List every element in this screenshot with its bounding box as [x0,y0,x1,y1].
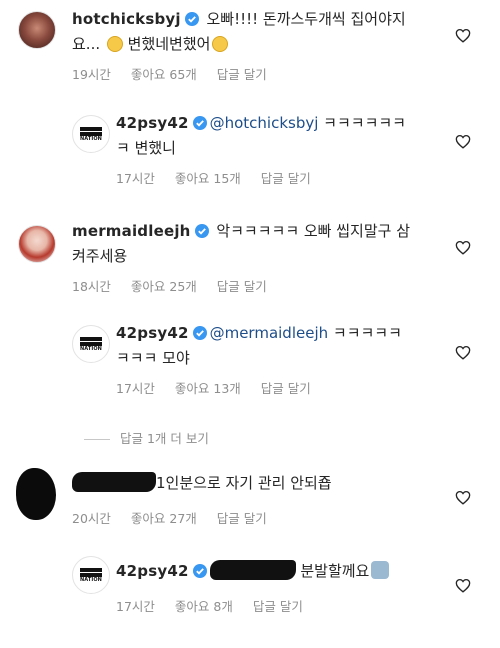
crying-emoji-icon [212,36,229,52]
comment-body-line2: 켜주세용 [72,247,128,265]
heart-outline-icon[interactable] [455,490,471,509]
verified-badge-icon [192,324,207,347]
heart-outline-icon[interactable] [455,134,471,153]
likes-count[interactable]: 좋아요 27개 [131,511,197,526]
heart-outline-icon[interactable] [455,578,471,597]
comment-meta: 20시간 좋아요 27개 답글 달기 [72,508,287,527]
verified-badge-icon [192,562,207,585]
comment-meta: 19시간 좋아요 65개 답글 달기 [72,64,287,83]
comment-body-line1: 1인분으로 자기 관리 안되죱 [156,474,332,492]
likes-count[interactable]: 좋아요 13개 [175,381,241,396]
divider-line [84,439,110,440]
reply-button[interactable]: 답글 달기 [217,279,267,294]
comment-text: 42psy42 분발할께요 [116,560,446,585]
comment-body-line1: 분발할께요 [295,562,370,580]
comment-text: 42psy42 @hotchicksbyj ㅋㅋㅋㅋㅋㅋ ㅋ 변했니 [116,112,446,160]
reply-button[interactable]: 답글 달기 [217,67,267,82]
comment-body-line1: ㅋㅋㅋㅋㅋㅋ [318,114,406,132]
reply-button[interactable]: 답글 달기 [261,171,311,186]
comment-text: 42psy42 @mermaidleejh ㅋㅋㅋㅋㅋ ㅋㅋㅋ 모야 [116,322,446,370]
comment-time: 20시간 [72,511,111,526]
comment-meta: 17시간 좋아요 15개 답글 달기 [116,168,331,187]
comment-body-line1: ㅋㅋㅋㅋㅋ [328,324,402,342]
comment-body-line1: 오빠!!!! 돈까스두개씩 집어야지 [201,10,406,28]
view-more-replies-label: 답글 1개 더 보기 [120,431,209,446]
comment-text: 1인분으로 자기 관리 안되죱 [72,472,442,495]
likes-count[interactable]: 좋아요 25개 [131,279,197,294]
likes-count[interactable]: 좋아요 15개 [175,171,241,186]
pnation-logo: NATION [79,567,103,583]
comment-text: mermaidleejh 악ㅋㅋㅋㅋㅋ 오빠 씹지말구 삼 켜주세용 [72,220,442,268]
eye-roll-emoji-icon [106,36,123,52]
comment-meta: 17시간 좋아요 8개 답글 달기 [116,596,323,615]
avatar-pnation[interactable]: NATION [72,325,110,363]
facepalm-emoji-icon [371,561,390,579]
heart-outline-icon[interactable] [455,345,471,364]
comment-body-line1: 악ㅋㅋㅋㅋㅋ 오빠 씹지말구 삼 [211,222,411,240]
username[interactable]: mermaidleejh [72,222,191,240]
comment-meta: 17시간 좋아요 13개 답글 달기 [116,378,331,397]
username[interactable]: 42psy42 [116,324,189,342]
comment-time: 17시간 [116,381,155,396]
comment-body-line2: 요... [72,35,105,53]
comment-text: hotchicksbyj 오빠!!!! 돈까스두개씩 집어야지 요... 변했네… [72,8,442,56]
avatar[interactable] [18,11,56,49]
comment-time: 18시간 [72,279,111,294]
comment-time: 17시간 [116,171,155,186]
avatar[interactable] [18,225,56,263]
view-more-replies-button[interactable]: 답글 1개 더 보기 [84,428,209,447]
redacted-username [72,472,156,492]
pnation-logo: NATION [79,336,103,352]
verified-badge-icon [194,222,209,245]
comment-body-line2b: 변했네변했어 [122,35,211,53]
username[interactable]: hotchicksbyj [72,10,181,28]
reply-button[interactable]: 답글 달기 [253,599,303,614]
avatar-pnation[interactable]: NATION [72,115,110,153]
comment-body-line2: ㅋ 변했니 [116,139,176,157]
mention-link[interactable]: @hotchicksbyj [210,114,319,132]
verified-badge-icon [192,114,207,137]
comment-body-line2: ㅋㅋㅋ 모야 [116,349,190,367]
heart-outline-icon[interactable] [455,240,471,259]
username[interactable]: 42psy42 [116,562,189,580]
mention-link[interactable]: @mermaidleejh [210,324,329,342]
likes-count[interactable]: 좋아요 8개 [175,599,233,614]
verified-badge-icon [184,10,199,33]
pnation-logo: NATION [79,126,103,142]
reply-button[interactable]: 답글 달기 [217,511,267,526]
comment-meta: 18시간 좋아요 25개 답글 달기 [72,276,287,295]
comment-time: 19시간 [72,67,111,82]
reply-button[interactable]: 답글 달기 [261,381,311,396]
redacted-mention [209,560,296,580]
avatar-redacted[interactable] [16,468,56,520]
heart-outline-icon[interactable] [455,28,471,47]
likes-count[interactable]: 좋아요 65개 [131,67,197,82]
avatar-pnation[interactable]: NATION [72,556,110,594]
username[interactable]: 42psy42 [116,114,189,132]
comment-time: 17시간 [116,599,155,614]
